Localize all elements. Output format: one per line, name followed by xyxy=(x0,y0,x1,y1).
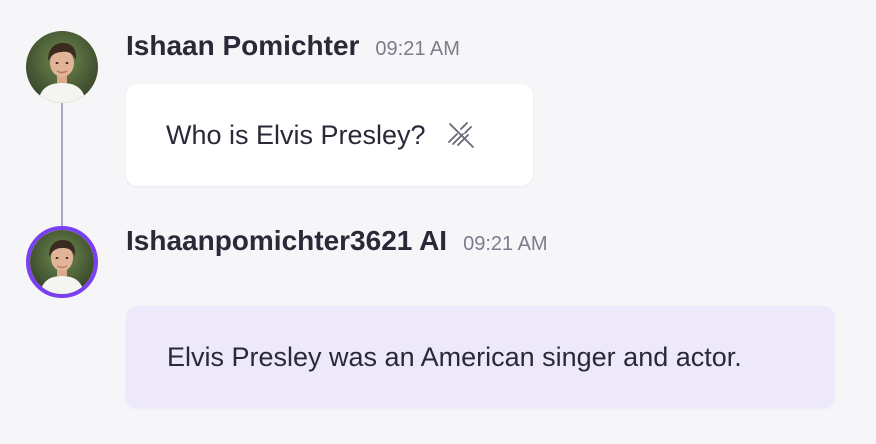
sender-name[interactable]: Ishaanpomichter3621 AI xyxy=(126,225,447,257)
sender-name[interactable]: Ishaan Pomichter xyxy=(126,30,359,62)
message-text: Who is Elvis Presley? xyxy=(166,119,426,150)
thread-connector-line xyxy=(61,102,63,228)
ai-message-header: Ishaanpomichter3621 AI 09:21 AM xyxy=(126,225,548,257)
chat-thread: Ishaan Pomichter 09:21 AM Who is Elvis P… xyxy=(0,0,876,444)
user-message-bubble: Who is Elvis Presley? xyxy=(126,84,533,186)
message-timestamp: 09:21 AM xyxy=(375,38,460,60)
user-message-header: Ishaan Pomichter 09:21 AM xyxy=(126,30,460,62)
speaker-muted-icon[interactable] xyxy=(446,120,476,150)
message-timestamp: 09:21 AM xyxy=(463,233,548,255)
ai-avatar-photo-icon xyxy=(30,230,94,294)
message-text: Elvis Presley was an American singer and… xyxy=(167,341,742,372)
user-avatar[interactable] xyxy=(26,31,98,103)
ai-message-bubble: Elvis Presley was an American singer and… xyxy=(126,306,835,408)
user-avatar-photo-icon xyxy=(26,31,98,103)
ai-avatar[interactable] xyxy=(26,226,98,298)
